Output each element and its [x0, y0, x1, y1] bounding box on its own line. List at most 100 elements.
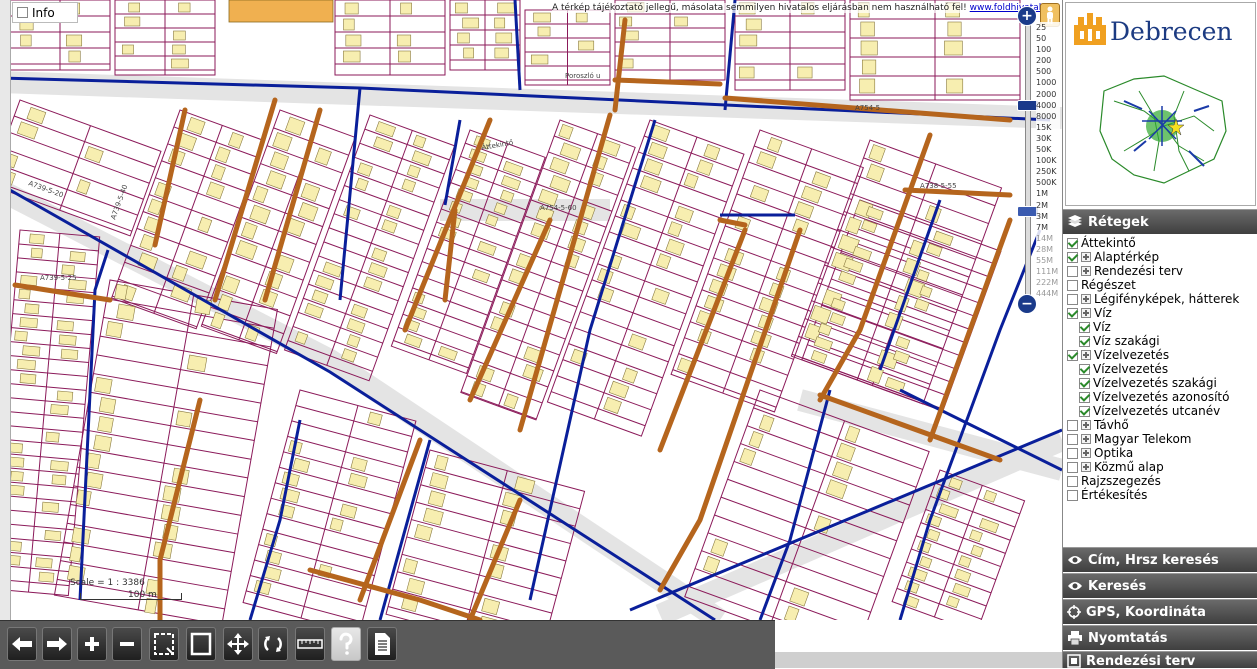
layer-item[interactable]: Közmű alap — [1067, 460, 1257, 474]
scale-level[interactable]: 7M — [1036, 222, 1060, 233]
zoom-in-icon — [85, 637, 99, 651]
layer-checkbox[interactable] — [1067, 419, 1078, 431]
info-toggle[interactable]: Info — [12, 2, 78, 23]
zoning-header[interactable]: Rendezési terv — [1063, 651, 1257, 669]
scale-level[interactable]: 111M — [1036, 266, 1060, 277]
measure-button[interactable] — [295, 627, 325, 661]
scale-level[interactable]: 2000 — [1036, 89, 1060, 100]
layer-item[interactable]: Vízelvezetés — [1067, 362, 1257, 376]
layer-checkbox[interactable] — [1067, 489, 1078, 501]
layer-item[interactable]: Távhő — [1067, 418, 1257, 432]
layers-header[interactable]: Rétegek — [1063, 209, 1257, 234]
layer-checkbox[interactable] — [1079, 405, 1090, 417]
layer-item[interactable]: Vízelvezetés — [1067, 348, 1257, 362]
map-view[interactable]: Áttekintő Poroszló u A754-5 A754-5-60 A739-5… — [0, 0, 1062, 620]
layer-checkbox[interactable] — [1067, 265, 1078, 277]
zoom-out-button[interactable]: − — [1017, 294, 1037, 314]
expand-icon[interactable] — [1081, 462, 1091, 472]
scale-level-list[interactable]: 25 50 100 200 500 1000 2000 4000 8000 15K 30K 50K 10… — [1036, 22, 1060, 300]
print-header[interactable]: Nyomtatás — [1063, 625, 1257, 650]
scale-level[interactable]: 250K — [1036, 166, 1060, 177]
scale-level[interactable]: 50 — [1036, 33, 1060, 44]
layer-checkbox[interactable] — [1079, 335, 1090, 347]
scale-level[interactable]: 8000 — [1036, 111, 1060, 122]
zoom-in-button[interactable]: + — [1017, 6, 1037, 26]
expand-icon[interactable] — [1081, 294, 1091, 304]
scale-level[interactable]: 222M — [1036, 277, 1060, 288]
layer-checkbox[interactable] — [1067, 279, 1078, 291]
gps-header[interactable]: GPS, Koordináta — [1063, 599, 1257, 624]
scale-level[interactable]: 28M — [1036, 244, 1060, 255]
zoom-out-tool-button[interactable] — [112, 627, 142, 661]
scale-level[interactable]: 500K — [1036, 177, 1060, 188]
layer-checkbox[interactable] — [1067, 447, 1078, 459]
layer-checkbox[interactable] — [1067, 307, 1078, 319]
help-button[interactable] — [331, 627, 361, 661]
layer-item[interactable]: Alaptérkép — [1067, 250, 1257, 264]
layer-checkbox[interactable] — [1079, 321, 1090, 333]
city-overview-map[interactable] — [1094, 71, 1230, 191]
layer-checkbox[interactable] — [1079, 363, 1090, 375]
layer-item[interactable]: Víz szakági — [1067, 334, 1257, 348]
layer-checkbox[interactable] — [1067, 461, 1078, 473]
search-header[interactable]: Keresés — [1063, 573, 1257, 598]
scale-level[interactable]: 50K — [1036, 144, 1060, 155]
scale-level[interactable]: 30K — [1036, 133, 1060, 144]
layer-checkbox[interactable] — [1079, 391, 1090, 403]
back-button[interactable] — [7, 627, 37, 661]
scale-level[interactable]: 25 — [1036, 22, 1060, 33]
layer-item[interactable]: Áttekintő — [1067, 236, 1257, 250]
expand-icon[interactable] — [1081, 434, 1091, 444]
expand-icon[interactable] — [1081, 350, 1091, 360]
zoom-box-button[interactable] — [149, 627, 179, 661]
layer-checkbox[interactable] — [1079, 377, 1090, 389]
scale-level[interactable]: 1000 — [1036, 77, 1060, 88]
document-button[interactable] — [367, 627, 397, 661]
layer-item[interactable]: Magyar Telekom — [1067, 432, 1257, 446]
scale-level[interactable]: 1M — [1036, 188, 1060, 199]
forward-button[interactable] — [42, 627, 72, 661]
expand-icon[interactable] — [1081, 448, 1091, 458]
scale-level[interactable]: 2M — [1036, 200, 1060, 211]
layer-checkbox[interactable] — [1067, 293, 1078, 305]
layer-item[interactable]: Vízelvezetés szakági — [1067, 376, 1257, 390]
layer-item[interactable]: Víz — [1067, 306, 1257, 320]
scale-level[interactable]: 444M — [1036, 288, 1060, 299]
layer-item[interactable]: Légifényképek, hátterek — [1067, 292, 1257, 306]
full-extent-button[interactable] — [186, 627, 216, 661]
scale-level[interactable]: 55M — [1036, 255, 1060, 266]
layer-checkbox[interactable] — [1067, 433, 1078, 445]
layer-item[interactable]: Értékesítés — [1067, 488, 1257, 502]
layer-item[interactable]: Vízelvezetés azonosító — [1067, 390, 1257, 404]
scale-level[interactable]: 500 — [1036, 66, 1060, 77]
address-search-header[interactable]: Cím, Hrsz keresés — [1063, 547, 1257, 572]
expand-icon[interactable] — [1081, 266, 1091, 276]
map-canvas[interactable]: ÁttekintőPoroszló uA754-5A754-5-60A739-5… — [0, 0, 1062, 620]
expand-icon[interactable] — [1081, 420, 1091, 430]
layer-checkbox[interactable] — [1067, 237, 1078, 249]
refresh-button[interactable] — [258, 627, 288, 661]
scale-level[interactable]: 100 — [1036, 44, 1060, 55]
expand-icon[interactable] — [1081, 252, 1091, 262]
zoom-track[interactable] — [1025, 22, 1031, 304]
layer-checkbox[interactable] — [1067, 349, 1078, 361]
layer-item[interactable]: Víz — [1067, 320, 1257, 334]
layer-item[interactable]: Rendezési terv — [1067, 264, 1257, 278]
layer-item[interactable]: Optika — [1067, 446, 1257, 460]
pan-button[interactable] — [223, 627, 253, 661]
scale-level[interactable]: 15K — [1036, 122, 1060, 133]
layer-item[interactable]: Rajzszegezés — [1067, 474, 1257, 488]
zoom-in-tool-button[interactable] — [77, 627, 107, 661]
info-checkbox[interactable] — [17, 7, 28, 18]
scale-level[interactable]: 100K — [1036, 155, 1060, 166]
expand-icon[interactable] — [1081, 308, 1091, 318]
zoom-slider[interactable]: + − — [1017, 6, 1039, 318]
scale-level[interactable]: 14M — [1036, 233, 1060, 244]
scale-level[interactable]: 4000 — [1036, 100, 1060, 111]
layer-item[interactable]: Régészet — [1067, 278, 1257, 292]
scale-level[interactable]: 200 — [1036, 55, 1060, 66]
layer-checkbox[interactable] — [1067, 251, 1078, 263]
layer-checkbox[interactable] — [1067, 475, 1078, 487]
scale-level[interactable]: 3M — [1036, 211, 1060, 222]
layer-item[interactable]: Vízelvezetés utcanév — [1067, 404, 1257, 418]
